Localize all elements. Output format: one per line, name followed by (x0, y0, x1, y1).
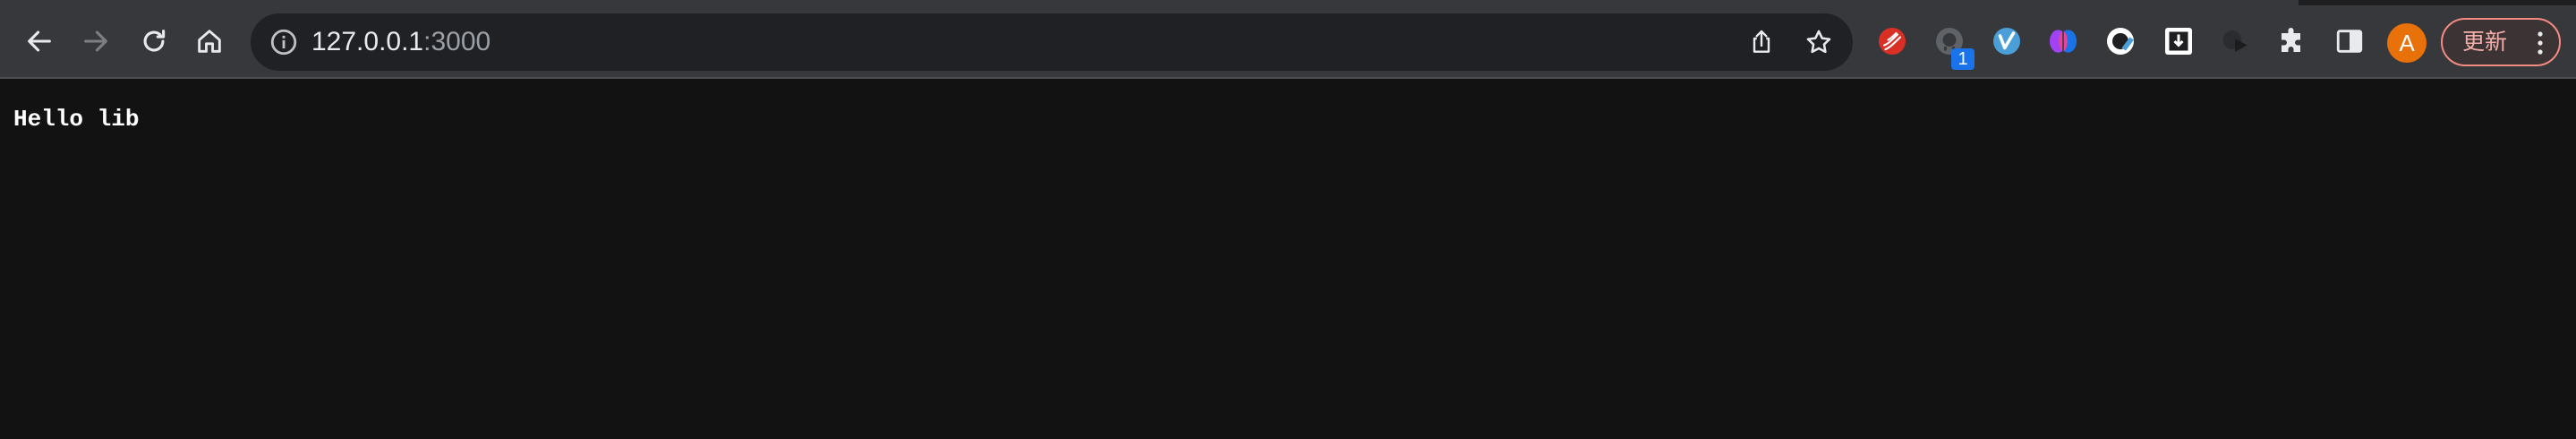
page-text: Hello lib (13, 106, 140, 133)
puzzle-extensions-icon[interactable] (2274, 23, 2310, 59)
reload-button[interactable] (131, 18, 177, 65)
update-button-label: 更新 (2462, 29, 2508, 55)
browser-toolbar: 127.0.0.1:3000 1 A 更新 (0, 5, 2576, 79)
bookmark-button[interactable] (1797, 21, 1840, 64)
dark-play-extension-icon[interactable] (2217, 23, 2253, 59)
reload-icon (143, 30, 166, 52)
browser-window: 127.0.0.1:3000 1 A 更新 Hello lib (0, 0, 2576, 439)
home-button[interactable] (186, 18, 233, 65)
profile-avatar[interactable]: A (2387, 23, 2427, 63)
back-button[interactable] (16, 18, 63, 65)
share-button[interactable] (1740, 21, 1783, 64)
arrow-left-icon (28, 30, 51, 52)
forward-button[interactable] (73, 18, 119, 65)
page-content: Hello lib (0, 81, 2576, 439)
blue-v-extension-icon[interactable] (1989, 23, 2025, 59)
arrow-right-icon (84, 30, 107, 52)
red-stripes-extension-icon[interactable] (1874, 23, 1910, 59)
update-button[interactable]: 更新 (2441, 18, 2561, 66)
share-icon (1753, 30, 1770, 53)
brain-extension-icon[interactable] (2045, 23, 2081, 59)
url-host: 127.0.0.1 (311, 27, 424, 56)
dock-box-extension-icon[interactable] (2161, 23, 2196, 59)
more-vert-icon[interactable] (2536, 30, 2545, 56)
side-panel-icon[interactable] (2332, 23, 2367, 59)
pen-circle-extension-icon[interactable] (2103, 23, 2138, 59)
url-text[interactable]: 127.0.0.1:3000 (311, 13, 490, 71)
star-icon (1806, 30, 1831, 54)
extension-badge: 1 (1951, 48, 1975, 70)
url-port: :3000 (423, 27, 491, 56)
home-icon (198, 30, 221, 53)
address-bar[interactable]: 127.0.0.1:3000 (251, 13, 1853, 71)
info-icon[interactable] (269, 27, 299, 57)
